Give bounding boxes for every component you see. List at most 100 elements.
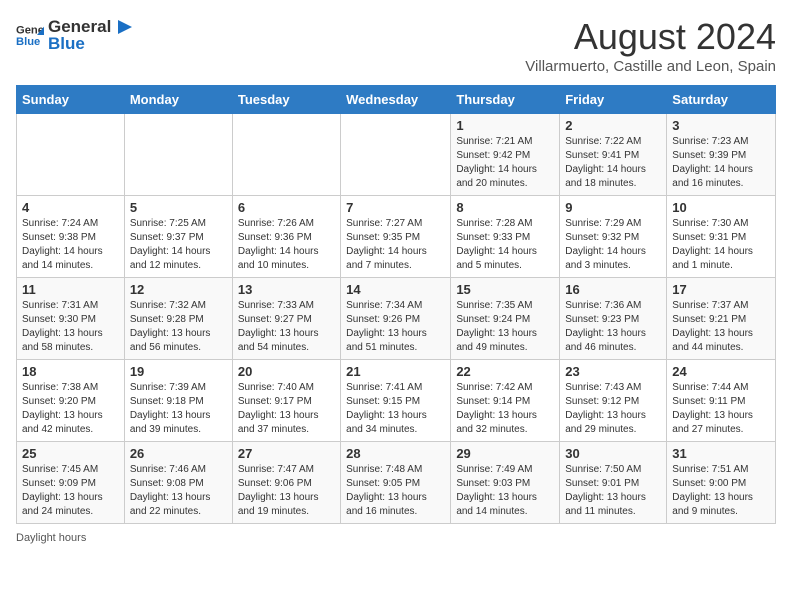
logo: General Blue General Blue [16,16,135,54]
day-number: 4 [22,200,119,215]
header: General Blue General Blue August 2024 Vi… [16,16,776,75]
calendar-day-cell [232,114,340,196]
weekday-header-cell: Wednesday [341,86,451,114]
calendar-day-cell [17,114,125,196]
day-number: 19 [130,364,227,379]
weekday-header-cell: Tuesday [232,86,340,114]
calendar-day-cell: 2Sunrise: 7:22 AM Sunset: 9:41 PM Daylig… [560,114,667,196]
calendar-day-cell: 10 Sunrise: 7:30 AM Sunset: 9:31 PM Dayli… [667,196,776,278]
day-info: Sunrise: 7:21 AM Sunset: 9:42 PM Dayligh… [456,135,554,191]
day-info: Sunrise: 7:30 AM Sunset: 9:31 PM Dayligh… [672,217,770,273]
month-title: August 2024 [525,16,776,58]
day-info: Sunrise: 7:33 AM Sunset: 9:27 PM Dayligh… [238,299,335,355]
weekday-header-cell: Sunday [17,86,125,114]
weekday-header-cell: Thursday [451,86,560,114]
calendar-week-row: 1Sunrise: 7:21 AM Sunset: 9:42 PM Daylig… [17,114,776,196]
day-info: Sunrise: 7:41 AM Sunset: 9:15 PM Dayligh… [346,381,445,437]
calendar-day-cell: 5 Sunrise: 7:25 AM Sunset: 9:37 PM Daylig… [124,196,232,278]
calendar-day-cell: 1Sunrise: 7:21 AM Sunset: 9:42 PM Daylig… [451,114,560,196]
day-info: Sunrise: 7:23 AM Sunset: 9:39 PM Dayligh… [672,135,770,191]
day-info: Sunrise: 7:28 AM Sunset: 9:33 PM Dayligh… [456,217,554,273]
calendar-day-cell: 6 Sunrise: 7:26 AM Sunset: 9:36 PM Daylig… [232,196,340,278]
day-number: 23 [565,364,661,379]
calendar-day-cell: 7Sunrise: 7:27 AM Sunset: 9:35 PM Daylig… [341,196,451,278]
calendar-day-cell: 21 Sunrise: 7:41 AM Sunset: 9:15 PM Dayli… [341,360,451,442]
weekday-header-cell: Monday [124,86,232,114]
day-info: Sunrise: 7:51 AM Sunset: 9:00 PM Dayligh… [672,463,770,519]
calendar-day-cell: 16Sunrise: 7:36 AM Sunset: 9:23 PM Dayli… [560,278,667,360]
day-info: Sunrise: 7:26 AM Sunset: 9:36 PM Dayligh… [238,217,335,273]
day-info: Sunrise: 7:49 AM Sunset: 9:03 PM Dayligh… [456,463,554,519]
calendar-day-cell: 17 Sunrise: 7:37 AM Sunset: 9:21 PM Dayli… [667,278,776,360]
calendar-day-cell: 15 Sunrise: 7:35 AM Sunset: 9:24 PM Dayli… [451,278,560,360]
footer: Daylight hours [16,532,776,544]
calendar-day-cell: 9 Sunrise: 7:29 AM Sunset: 9:32 PM Daylig… [560,196,667,278]
calendar-day-cell: 8 Sunrise: 7:28 AM Sunset: 9:33 PM Daylig… [451,196,560,278]
day-info: Sunrise: 7:48 AM Sunset: 9:05 PM Dayligh… [346,463,445,519]
day-info: Sunrise: 7:46 AM Sunset: 9:08 PM Dayligh… [130,463,227,519]
day-info: Sunrise: 7:40 AM Sunset: 9:17 PM Dayligh… [238,381,335,437]
day-info: Sunrise: 7:34 AM Sunset: 9:26 PM Dayligh… [346,299,445,355]
day-info: Sunrise: 7:42 AM Sunset: 9:14 PM Dayligh… [456,381,554,437]
calendar-day-cell: 25Sunrise: 7:45 AM Sunset: 9:09 PM Dayli… [17,442,125,524]
day-number: 3 [672,118,770,133]
day-number: 15 [456,282,554,297]
day-info: Sunrise: 7:43 AM Sunset: 9:12 PM Dayligh… [565,381,661,437]
calendar-day-cell: 12Sunrise: 7:32 AM Sunset: 9:28 PM Dayli… [124,278,232,360]
day-number: 27 [238,446,335,461]
day-number: 13 [238,282,335,297]
calendar-day-cell: 11 Sunrise: 7:31 AM Sunset: 9:30 PM Dayli… [17,278,125,360]
day-info: Sunrise: 7:24 AM Sunset: 9:38 PM Dayligh… [22,217,119,273]
day-number: 29 [456,446,554,461]
calendar-week-row: 25Sunrise: 7:45 AM Sunset: 9:09 PM Dayli… [17,442,776,524]
day-info: Sunrise: 7:37 AM Sunset: 9:21 PM Dayligh… [672,299,770,355]
day-number: 30 [565,446,661,461]
day-info: Sunrise: 7:50 AM Sunset: 9:01 PM Dayligh… [565,463,661,519]
title-area: August 2024 Villarmuerto, Castille and L… [525,16,776,75]
calendar-day-cell: 29 Sunrise: 7:49 AM Sunset: 9:03 PM Dayli… [451,442,560,524]
day-number: 26 [130,446,227,461]
day-info: Sunrise: 7:31 AM Sunset: 9:30 PM Dayligh… [22,299,119,355]
day-info: Sunrise: 7:22 AM Sunset: 9:41 PM Dayligh… [565,135,661,191]
day-number: 25 [22,446,119,461]
calendar-day-cell: 27Sunrise: 7:47 AM Sunset: 9:06 PM Dayli… [232,442,340,524]
calendar-day-cell [341,114,451,196]
calendar-day-cell: 24Sunrise: 7:44 AM Sunset: 9:11 PM Dayli… [667,360,776,442]
calendar-day-cell: 3 Sunrise: 7:23 AM Sunset: 9:39 PM Daylig… [667,114,776,196]
calendar-day-cell: 19Sunrise: 7:39 AM Sunset: 9:18 PM Dayli… [124,360,232,442]
calendar-day-cell: 31 Sunrise: 7:51 AM Sunset: 9:00 PM Dayli… [667,442,776,524]
calendar-day-cell: 28Sunrise: 7:48 AM Sunset: 9:05 PM Dayli… [341,442,451,524]
calendar-week-row: 4 Sunrise: 7:24 AM Sunset: 9:38 PM Daylig… [17,196,776,278]
calendar-day-cell: 22 Sunrise: 7:42 AM Sunset: 9:14 PM Dayli… [451,360,560,442]
day-number: 12 [130,282,227,297]
day-number: 9 [565,200,661,215]
day-number: 11 [22,282,119,297]
day-info: Sunrise: 7:44 AM Sunset: 9:11 PM Dayligh… [672,381,770,437]
calendar-day-cell: 23 Sunrise: 7:43 AM Sunset: 9:12 PM Dayli… [560,360,667,442]
calendar-day-cell: 20Sunrise: 7:40 AM Sunset: 9:17 PM Dayli… [232,360,340,442]
subtitle: Villarmuerto, Castille and Leon, Spain [525,58,776,75]
day-number: 17 [672,282,770,297]
day-info: Sunrise: 7:35 AM Sunset: 9:24 PM Dayligh… [456,299,554,355]
weekday-header-cell: Friday [560,86,667,114]
calendar-day-cell: 30 Sunrise: 7:50 AM Sunset: 9:01 PM Dayli… [560,442,667,524]
day-number: 22 [456,364,554,379]
day-info: Sunrise: 7:25 AM Sunset: 9:37 PM Dayligh… [130,217,227,273]
day-info: Sunrise: 7:29 AM Sunset: 9:32 PM Dayligh… [565,217,661,273]
day-number: 16 [565,282,661,297]
calendar-day-cell: 18Sunrise: 7:38 AM Sunset: 9:20 PM Dayli… [17,360,125,442]
weekday-header-cell: Saturday [667,86,776,114]
day-number: 5 [130,200,227,215]
day-number: 8 [456,200,554,215]
day-info: Sunrise: 7:38 AM Sunset: 9:20 PM Dayligh… [22,381,119,437]
day-number: 6 [238,200,335,215]
day-number: 31 [672,446,770,461]
logo-triangle-icon [112,16,134,38]
day-number: 21 [346,364,445,379]
calendar-table: SundayMondayTuesdayWednesdayThursdayFrid… [16,85,776,524]
calendar-week-row: 11 Sunrise: 7:31 AM Sunset: 9:30 PM Dayli… [17,278,776,360]
day-number: 10 [672,200,770,215]
day-number: 14 [346,282,445,297]
calendar-day-cell: 14 Sunrise: 7:34 AM Sunset: 9:26 PM Dayli… [341,278,451,360]
calendar-day-cell: 13 Sunrise: 7:33 AM Sunset: 9:27 PM Dayli… [232,278,340,360]
